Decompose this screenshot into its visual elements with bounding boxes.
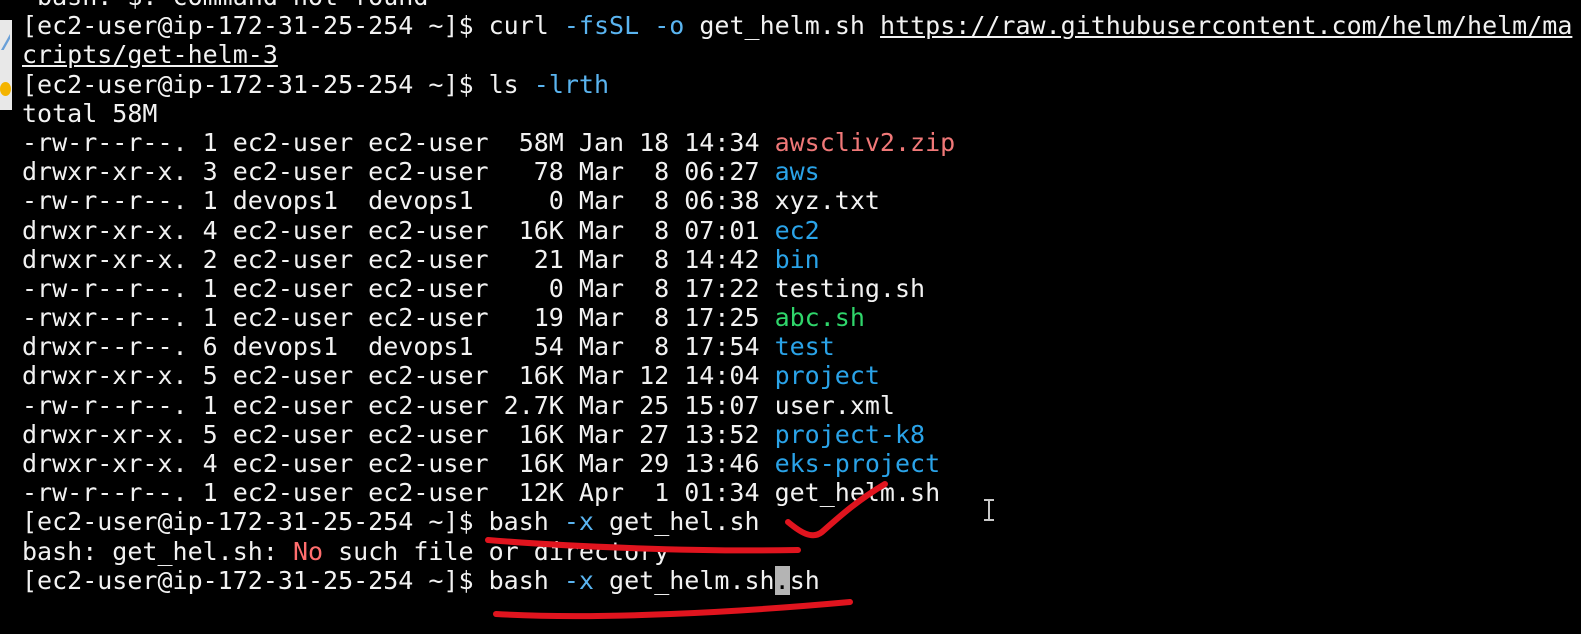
- terminal-window[interactable]: -bash: $: command not found [ec2-user@ip…: [0, 0, 1581, 634]
- red-underline-stroke: [493, 599, 853, 620]
- listing-meta: drwxr-xr-x. 2 ec2-user ec2-user 21 Mar 8…: [22, 244, 775, 274]
- command-option: -fsSL: [563, 11, 640, 41]
- left-window-edge: [0, 20, 12, 110]
- listing-filename: eks-project: [774, 449, 941, 478]
- listing-filename: bin: [774, 244, 820, 274]
- listing-row: -rw-r--r--. 1 ec2-user ec2-user 58M Jan …: [22, 128, 1572, 157]
- listing-row: drwxr-xr-x. 5 ec2-user ec2-user 16K Mar …: [22, 420, 1572, 449]
- error-word: No: [292, 536, 324, 566]
- command-argument: get_helm.sh: [609, 565, 775, 595]
- listing-row: -rwxr--r--. 1 ec2-user ec2-user 19 Mar 8…: [22, 303, 1572, 332]
- listing-row: drwxr-xr-x. 2 ec2-user ec2-user 21 Mar 8…: [22, 245, 1572, 274]
- curl-command-line: [ec2-user@ip-172-31-25-254 ~]$ curl -fsS…: [22, 11, 1572, 40]
- listing-meta: -rw-r--r--. 1 ec2-user ec2-user 12K Apr …: [22, 478, 775, 508]
- listing-meta: drwxr--r--. 6 devops1 devops1 54 Mar 8 1…: [22, 332, 775, 362]
- ls-listing: -rw-r--r--. 1 ec2-user ec2-user 58M Jan …: [22, 128, 1572, 507]
- command-argument: get_hel.sh: [609, 507, 760, 537]
- listing-filename: project: [774, 361, 880, 391]
- listing-meta: drwxr-xr-x. 4 ec2-user ec2-user 16K Mar …: [22, 215, 775, 245]
- text-ibeam-icon: [983, 499, 995, 521]
- listing-filename: testing.sh: [774, 273, 926, 303]
- listing-meta: drwxr-xr-x. 5 ec2-user ec2-user 16K Mar …: [22, 361, 775, 391]
- listing-meta: -rw-r--r--. 1 devops1 devops1 0 Mar 8 06…: [22, 186, 775, 216]
- listing-row: -rw-r--r--. 1 ec2-user ec2-user 12K Apr …: [22, 478, 1572, 507]
- listing-filename: test: [774, 332, 835, 362]
- prompt: [ec2-user@ip-172-31-25-254 ~]$: [22, 507, 489, 537]
- bash-command-line: [ec2-user@ip-172-31-25-254 ~]$ bash -x g…: [22, 507, 1572, 536]
- listing-row: drwxr-xr-x. 4 ec2-user ec2-user 16K Mar …: [22, 216, 1572, 245]
- listing-meta: drwxr-xr-x. 4 ec2-user ec2-user 16K Mar …: [22, 449, 775, 478]
- prompt: [ec2-user@ip-172-31-25-254 ~]$: [22, 11, 489, 41]
- url-link[interactable]: https://raw.githubusercontent.com/helm/h…: [880, 11, 1572, 40]
- command-option: -lrth: [533, 69, 610, 99]
- yellow-circle-icon: [0, 82, 11, 96]
- ls-total-line: total 58M: [22, 98, 158, 128]
- listing-row: -rw-r--r--. 1 ec2-user ec2-user 2.7K Mar…: [22, 391, 1572, 420]
- listing-filename: project-k8: [774, 419, 926, 449]
- listing-filename: xyz.txt: [774, 186, 880, 216]
- listing-meta: drwxr-xr-x. 5 ec2-user ec2-user 16K Mar …: [22, 419, 775, 449]
- listing-filename: abc.sh: [774, 303, 865, 333]
- listing-row: drwxr--r--. 6 devops1 devops1 54 Mar 8 1…: [22, 332, 1572, 361]
- listing-row: drwxr-xr-x. 4 ec2-user ec2-user 16K Mar …: [22, 449, 1572, 478]
- listing-row: -rw-r--r--. 1 devops1 devops1 0 Mar 8 06…: [22, 186, 1572, 215]
- command-argument: get_helm.sh: [699, 11, 865, 41]
- listing-meta: -rw-r--r--. 1 ec2-user ec2-user 0 Mar 8 …: [22, 273, 775, 303]
- listing-filename: get_helm.sh: [774, 478, 941, 508]
- error-line: bash: get_hel.sh: No such file or direct…: [22, 536, 670, 566]
- curl-command-wrap: cripts/get-helm-3: [22, 40, 1572, 69]
- prompt: [ec2-user@ip-172-31-25-254 ~]$: [22, 565, 489, 595]
- listing-filename: aws: [774, 157, 820, 187]
- listing-meta: -rw-r--r--. 1 ec2-user ec2-user 2.7K Mar…: [22, 390, 775, 420]
- command-name: bash: [488, 507, 549, 537]
- listing-filename: ec2: [774, 215, 820, 245]
- listing-filename: awscliv2.zip: [774, 127, 956, 157]
- listing-filename: user.xml: [774, 390, 895, 420]
- listing-meta: -rwxr--r--. 1 ec2-user ec2-user 19 Mar 8…: [22, 303, 775, 333]
- command-argument-tail: sh: [789, 565, 820, 595]
- command-option: -o: [654, 11, 685, 41]
- terminal-output: -bash: $: command not found [ec2-user@ip…: [22, 0, 1572, 595]
- command-option: -x: [563, 507, 594, 537]
- text-cursor: .: [774, 565, 790, 595]
- listing-row: drwxr-xr-x. 3 ec2-user ec2-user 78 Mar 8…: [22, 157, 1572, 186]
- command-name: ls: [488, 69, 519, 99]
- ls-command-line: [ec2-user@ip-172-31-25-254 ~]$ ls -lrth: [22, 70, 1572, 99]
- command-name: curl: [488, 11, 549, 41]
- listing-meta: drwxr-xr-x. 3 ec2-user ec2-user 78 Mar 8…: [22, 157, 775, 187]
- listing-row: -rw-r--r--. 1 ec2-user ec2-user 0 Mar 8 …: [22, 274, 1572, 303]
- current-input-line[interactable]: [ec2-user@ip-172-31-25-254 ~]$ bash -x g…: [22, 565, 1572, 595]
- prompt: [ec2-user@ip-172-31-25-254 ~]$: [22, 69, 489, 99]
- listing-meta: -rw-r--r--. 1 ec2-user ec2-user 58M Jan …: [22, 127, 775, 157]
- listing-row: drwxr-xr-x. 5 ec2-user ec2-user 16K Mar …: [22, 361, 1572, 390]
- terminal-line-partial: -bash: $: command not found: [22, 0, 1572, 11]
- paper-plane-icon: [1, 34, 10, 50]
- url-link-continuation[interactable]: cripts/get-helm-3: [22, 40, 278, 69]
- command-option: -x: [563, 565, 594, 595]
- command-name: bash: [488, 565, 549, 595]
